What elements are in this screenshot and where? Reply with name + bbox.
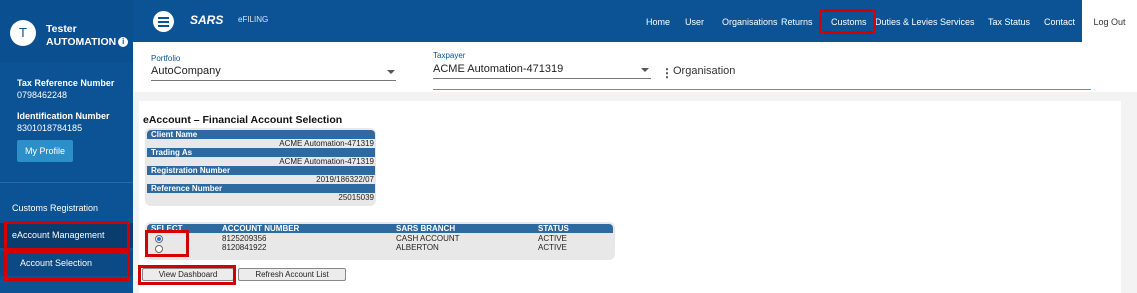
- sars-branch-cell: ALBERTON: [396, 243, 439, 252]
- reference-number-label: Reference Number: [147, 184, 375, 193]
- sidebar-divider: [0, 182, 133, 183]
- sars-branch-cell: CASH ACCOUNT: [396, 234, 460, 243]
- sidebar-item-customs-registration[interactable]: Customs Registration: [0, 200, 133, 216]
- trading-as-value: ACME Automation-471319: [279, 157, 374, 166]
- nav-organisations[interactable]: Organisations: [722, 0, 778, 42]
- sidebar: T Tester AUTOMATION i Tax Reference Numbe…: [0, 0, 133, 293]
- account-radio-1[interactable]: [155, 235, 163, 243]
- tax-ref-value: 0798462248: [17, 90, 68, 100]
- more-options-icon[interactable]: ⋮: [661, 66, 673, 80]
- sars-logo[interactable]: SARS: [190, 13, 223, 27]
- taxpayer-underline: [433, 78, 651, 79]
- selector-divider: [433, 89, 1091, 90]
- account-number-cell: 8125209356: [222, 234, 267, 243]
- sidebar-item-account-selection[interactable]: Account Selection: [0, 251, 133, 276]
- registration-number-label: Registration Number: [147, 166, 375, 175]
- trading-as-label: Trading As: [147, 148, 375, 157]
- organisation-label: Organisation: [673, 65, 736, 77]
- top-navigation-bar: SARS eFILING Home User Organisations Ret…: [133, 0, 1137, 42]
- status-cell: ACTIVE: [538, 234, 567, 243]
- account-number-cell: 8120841922: [222, 243, 267, 252]
- nav-duties-levies[interactable]: Duties & Levies: [875, 0, 938, 42]
- user-name: Tester AUTOMATION i: [46, 23, 129, 49]
- portfolio-chevron-down-icon[interactable]: [387, 70, 395, 74]
- portfolio-select[interactable]: AutoCompany: [151, 65, 221, 77]
- user-header: T Tester AUTOMATION i: [0, 0, 133, 62]
- nav-contact[interactable]: Contact: [1044, 0, 1075, 42]
- column-header-account-number: ACCOUNT NUMBER: [222, 224, 300, 233]
- nav-tax-status[interactable]: Tax Status: [988, 0, 1030, 42]
- taxpayer-label: Taxpayer: [433, 51, 466, 60]
- reference-number-value: 25015039: [338, 193, 374, 202]
- client-name-label: Client Name: [147, 130, 375, 139]
- hamburger-menu-icon[interactable]: [153, 11, 174, 32]
- nav-user[interactable]: User: [685, 0, 704, 42]
- nav-customs[interactable]: Customs: [831, 0, 867, 42]
- user-first-name: Tester: [46, 23, 77, 35]
- nav-returns[interactable]: Returns: [781, 0, 813, 42]
- column-header-select: SELECT: [151, 224, 183, 233]
- avatar[interactable]: T: [10, 20, 36, 46]
- taxpayer-chevron-down-icon[interactable]: [641, 68, 649, 72]
- view-dashboard-button[interactable]: View Dashboard: [142, 268, 234, 281]
- logout-button[interactable]: Log Out: [1082, 0, 1137, 42]
- efiling-logo: eFILING: [238, 15, 269, 24]
- user-last-name: AUTOMATION: [46, 36, 117, 48]
- my-profile-button[interactable]: My Profile: [17, 140, 73, 162]
- tax-ref-label: Tax Reference Number: [17, 78, 115, 88]
- column-header-sars-branch: SARS BRANCH: [396, 224, 456, 233]
- info-icon[interactable]: i: [118, 37, 129, 48]
- status-cell: ACTIVE: [538, 243, 567, 252]
- client-name-value: ACME Automation-471319: [279, 139, 374, 148]
- portfolio-underline: [151, 80, 396, 81]
- sidebar-item-eaccount-management[interactable]: eAccount Management: [0, 223, 133, 248]
- id-number-value: 8301018784185: [17, 123, 83, 133]
- portfolio-label: Portfolio: [151, 54, 181, 63]
- nav-services[interactable]: Services: [940, 0, 975, 42]
- column-header-status: STATUS: [538, 224, 569, 233]
- account-radio-2[interactable]: [155, 245, 163, 253]
- id-number-label: Identification Number: [17, 111, 110, 121]
- nav-home[interactable]: Home: [646, 0, 670, 42]
- page-title: eAccount – Financial Account Selection: [143, 114, 343, 126]
- refresh-account-list-button[interactable]: Refresh Account List: [238, 268, 346, 281]
- taxpayer-select[interactable]: ACME Automation-471319: [433, 63, 563, 75]
- registration-number-value: 2019/186322/07: [316, 175, 374, 184]
